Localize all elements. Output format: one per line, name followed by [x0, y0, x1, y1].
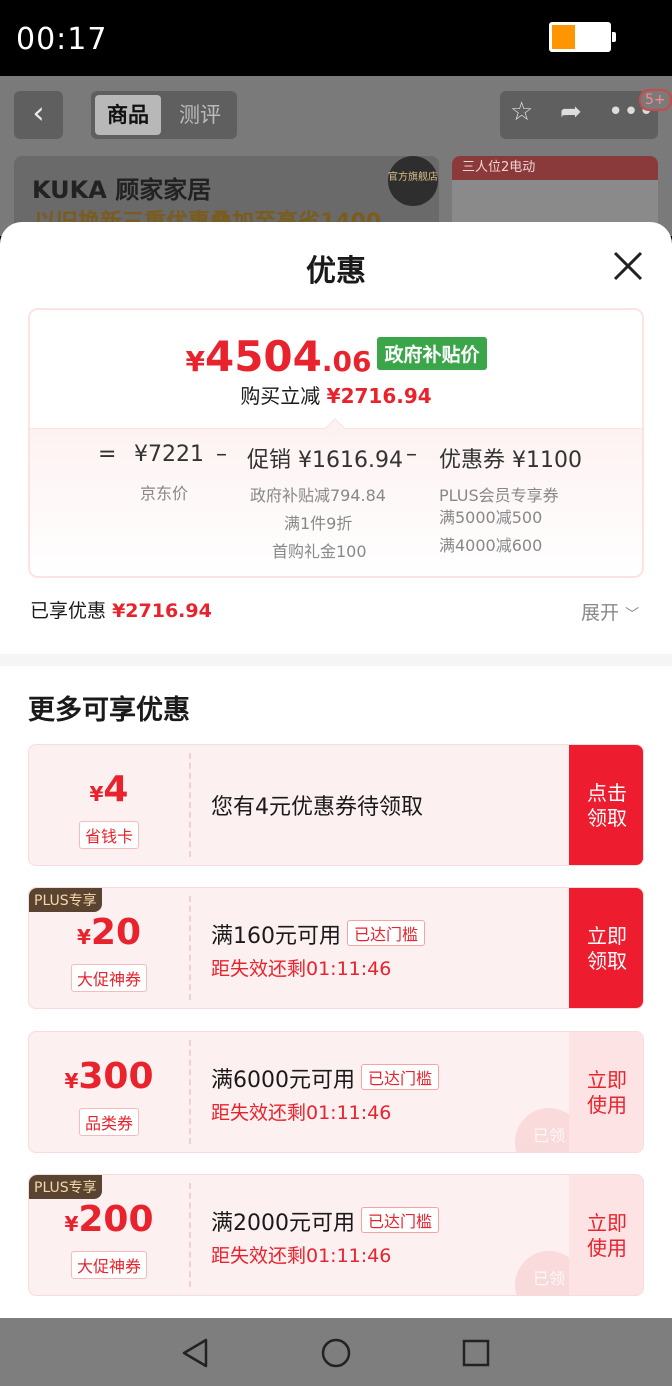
discount-sheet: 优惠 ¥4504.06 政府补贴价 购买立减 ¥2716.94 = ¥7221 京… — [0, 222, 672, 1318]
coupon-card: ¥4 省钱卡 您有4元优惠券待领取 点击 领取 — [28, 744, 644, 866]
coupon-description: 满2000元可用 已达门槛 — [211, 1205, 440, 1237]
tab-review[interactable]: 测评 — [169, 95, 231, 135]
claim-coupon-button[interactable]: 立即 领取 — [569, 888, 643, 1008]
status-time: 00:17 — [16, 22, 108, 57]
gov-subsidy-tag: 政府补贴价 — [377, 337, 487, 370]
plus-exclusive-tag: PLUS专享 — [29, 888, 102, 912]
promo-detail: 首购礼金100 — [272, 542, 367, 561]
status-bar: 00:17 — [0, 0, 672, 76]
coupon-amount: ¥20 — [76, 912, 142, 953]
jd-price-label: 京东价 — [140, 484, 189, 503]
back-triangle-icon[interactable] — [178, 1336, 214, 1370]
coupon-type-tag: 大促神券 — [70, 1251, 147, 1279]
side-card-title: 三人位2电动 — [452, 156, 658, 180]
coupon-detail: 满4000减600 — [439, 536, 543, 555]
more-discounts-title: 更多可享优惠 — [28, 695, 190, 726]
promo-detail: 满1件9折 — [284, 514, 353, 533]
product-tabs: 商品 测评 — [91, 91, 237, 139]
promo-detail: 政府补贴减794.84 — [250, 486, 386, 505]
close-icon[interactable] — [610, 248, 646, 284]
recents-square-icon[interactable] — [458, 1336, 494, 1370]
coupon-expiry: 距失效还剩01:11:46 — [211, 958, 392, 980]
coupon-detail: 满5000减500 — [439, 508, 543, 527]
threshold-reached-tag: 已达门槛 — [347, 920, 426, 946]
threshold-reached-tag: 已达门槛 — [361, 1207, 440, 1233]
home-circle-icon[interactable] — [318, 1336, 354, 1370]
minus-sign: – — [406, 442, 417, 467]
coupon-type-tag: 大促神券 — [70, 964, 147, 992]
coupon-description: 满6000元可用 已达门槛 — [211, 1062, 440, 1094]
final-price: ¥4504.06 政府补贴价 — [30, 332, 642, 381]
header-actions: ☆ ➦ ••• — [500, 91, 658, 139]
coupon-description: 满160元可用 已达门槛 — [211, 918, 426, 950]
flagship-badge: 官方旗舰店 — [388, 156, 438, 206]
coupon-description: 您有4元优惠券待领取 — [211, 795, 423, 820]
battery-icon — [549, 22, 616, 52]
coupon-type-tag: 品类券 — [78, 1108, 139, 1136]
coupon-expiry: 距失效还剩01:11:46 — [211, 1102, 392, 1124]
use-coupon-button[interactable]: 立即 使用 — [569, 1175, 643, 1295]
plus-exclusive-tag: PLUS专享 — [29, 1175, 102, 1199]
coupon-total: 优惠券 ¥1100 — [439, 448, 582, 473]
equals-sign: = — [98, 442, 117, 467]
threshold-reached-tag: 已达门槛 — [361, 1064, 440, 1090]
price-breakdown-card: ¥4504.06 政府补贴价 购买立减 ¥2716.94 = ¥7221 京东价 … — [28, 308, 644, 578]
message-badge: 5+ — [639, 89, 672, 111]
tab-product[interactable]: 商品 — [95, 95, 161, 135]
coupon-amount: ¥4 — [89, 769, 129, 810]
brand-logo: KUKA 顾家家居 — [32, 176, 212, 204]
coupon-card: ¥300 品类券 满6000元可用 已达门槛 距失效还剩01:11:46 已领 立… — [28, 1031, 644, 1153]
background-product-page: ‹ 商品 测评 ☆ ➦ ••• 5+ KUKA 顾家家居 以旧换新三重优惠叠加至… — [0, 76, 672, 236]
coupon-amount: ¥300 — [64, 1056, 154, 1097]
battery-level — [552, 25, 576, 49]
instant-reduction: 购买立减 ¥2716.94 — [240, 384, 432, 408]
share-icon[interactable]: ➦ — [560, 97, 582, 127]
minus-sign: – — [216, 442, 227, 467]
coupon-type-tag: 省钱卡 — [78, 821, 139, 849]
enjoyed-discount: 已享优惠 ¥2716.94 — [30, 600, 212, 622]
use-coupon-button[interactable]: 立即 使用 — [569, 1032, 643, 1152]
coupon-amount: ¥200 — [64, 1199, 154, 1240]
system-nav-bar — [0, 1318, 672, 1386]
claim-coupon-button[interactable]: 点击 领取 — [569, 745, 643, 865]
expand-button[interactable]: 展开 ﹀ — [581, 598, 639, 625]
promo-total: 促销 ¥1616.94 — [247, 448, 403, 473]
star-icon[interactable]: ☆ — [510, 97, 533, 127]
back-button[interactable]: ‹ — [14, 91, 63, 139]
sheet-title: 优惠 — [306, 254, 366, 289]
coupon-expiry: 距失效还剩01:11:46 — [211, 1245, 392, 1267]
coupon-detail: PLUS会员专享券 — [439, 486, 559, 505]
coupon-card: PLUS专享 ¥20 大促神券 满160元可用 已达门槛 距失效还剩01:11:4… — [28, 887, 644, 1009]
jd-price: ¥7221 — [134, 442, 204, 467]
coupon-card: PLUS专享 ¥200 大促神券 满2000元可用 已达门槛 距失效还剩01:11… — [28, 1174, 644, 1296]
chevron-down-icon: ﹀ — [625, 607, 640, 623]
